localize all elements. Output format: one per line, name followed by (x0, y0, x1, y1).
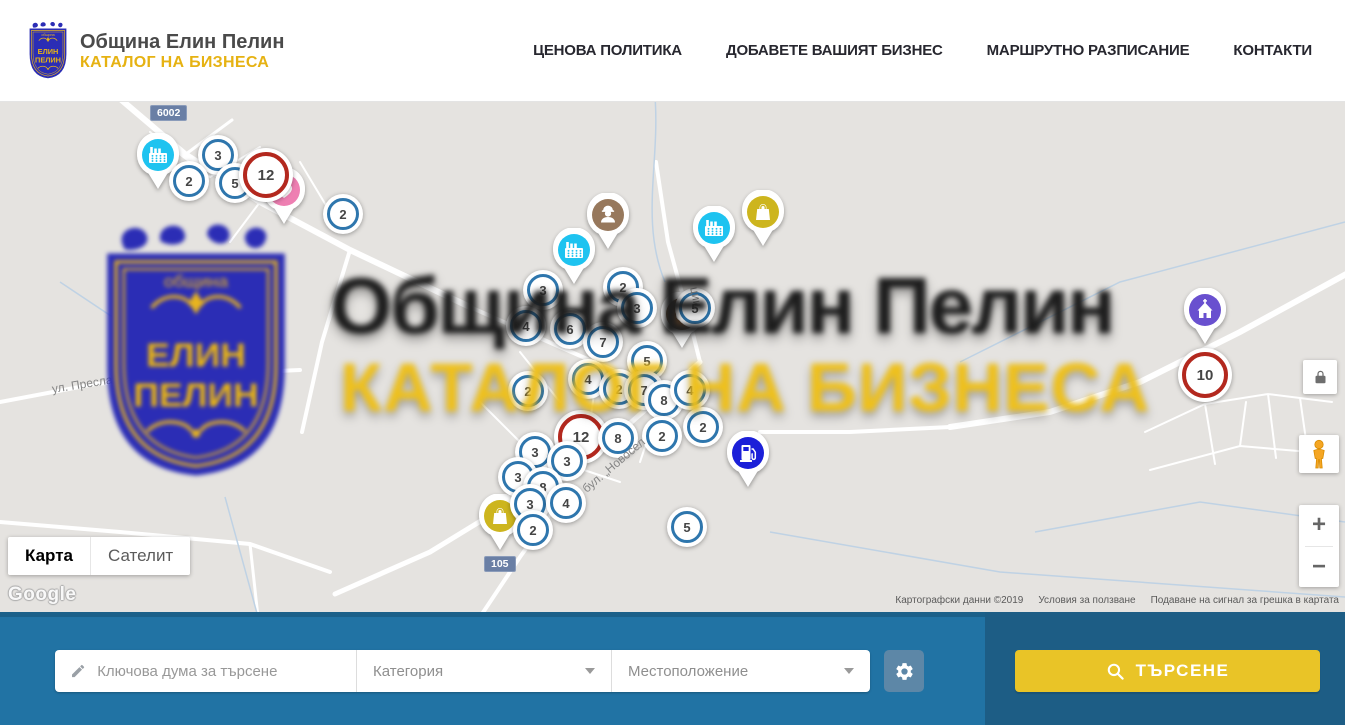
location-dropdown-value: Местоположение (628, 663, 748, 680)
keyword-search-input[interactable] (97, 663, 341, 680)
search-icon (1106, 662, 1125, 681)
gear-icon (894, 661, 915, 682)
attribution-report-link[interactable]: Подаване на сигнал за грешка в картата (1151, 595, 1339, 606)
zoom-control: + − (1299, 505, 1339, 587)
map-attribution: Картографски данни ©2019 Условия за полз… (895, 595, 1339, 606)
road-badge: 6002 (150, 105, 187, 121)
church-pin-marker[interactable] (1182, 288, 1228, 351)
markers-layer: 3251223235467524278421282333834251060021… (0, 102, 1345, 612)
cluster-marker[interactable]: 7 (583, 322, 623, 362)
fuel-pin-marker[interactable] (725, 431, 771, 494)
lock-button[interactable] (1303, 360, 1337, 394)
bag-pin-marker[interactable] (740, 190, 786, 253)
pegman-icon (1308, 439, 1330, 469)
cluster-marker[interactable]: 5 (667, 507, 707, 547)
brand-text: Община Елин Пелин КАТАЛОГ НА БИЗНЕСА (80, 30, 284, 72)
category-dropdown[interactable]: Категория (357, 650, 612, 692)
cluster-marker[interactable]: 2 (169, 161, 209, 201)
cluster-marker[interactable]: 2 (323, 194, 363, 234)
cluster-marker[interactable]: 2 (642, 416, 682, 456)
nav-pricing-policy[interactable]: ЦЕНОВА ПОЛИТИКА (533, 42, 682, 59)
location-dropdown[interactable]: Местоположение (612, 650, 870, 692)
attribution-terms-link[interactable]: Условия за ползване (1038, 595, 1135, 606)
main-nav: ЦЕНОВА ПОЛИТИКА ДОБАВЕТЕ ВАШИЯТ БИЗНЕС М… (533, 42, 1320, 59)
road-badge: 105 (484, 556, 516, 572)
chevron-down-icon (585, 668, 595, 674)
satellite-view-button[interactable]: Сателит (90, 537, 190, 575)
factory-pin-marker[interactable] (691, 206, 737, 269)
attribution-copyright: Картографски данни ©2019 (895, 595, 1023, 606)
emblem-line2-text: ПЕЛИН (35, 55, 61, 64)
lock-icon (1313, 369, 1328, 385)
search-button[interactable]: ТЪРСЕНЕ (1015, 650, 1320, 692)
site-logo[interactable]: община ЕЛИН ПЕЛИН Община Елин Пелин КАТА… (25, 21, 284, 81)
zoom-in-button[interactable]: + (1299, 505, 1339, 546)
brand-subtitle: КАТАЛОГ НА БИЗНЕСА (80, 54, 284, 72)
map-type-control: Карта Сателит (8, 537, 190, 575)
cluster-marker[interactable]: 4 (546, 483, 586, 523)
google-logo[interactable]: Google (8, 584, 76, 606)
advanced-settings-button[interactable] (884, 650, 924, 692)
nav-add-your-business[interactable]: ДОБАВЕТЕ ВАШИЯТ БИЗНЕС (726, 42, 943, 59)
cluster-marker[interactable]: 2 (508, 371, 548, 411)
cluster-marker[interactable]: 12 (239, 148, 293, 202)
cluster-marker[interactable]: 4 (506, 306, 546, 346)
header: община ЕЛИН ПЕЛИН Община Елин Пелин КАТА… (0, 0, 1345, 102)
pencil-icon (70, 662, 86, 680)
cluster-marker[interactable]: 3 (523, 270, 563, 310)
search-button-label: ТЪРСЕНЕ (1136, 661, 1230, 681)
search-section: Категория Местоположение ТЪРСЕНЕ (0, 612, 1345, 725)
map-canvas[interactable]: 3251223235467524278421282333834251060021… (0, 102, 1345, 612)
chevron-down-icon (844, 668, 854, 674)
category-dropdown-value: Категория (373, 663, 443, 680)
map-view-button[interactable]: Карта (8, 537, 90, 575)
nav-route-schedule[interactable]: МАРШРУТНО РАЗПИСАНИЕ (987, 42, 1190, 59)
cluster-marker[interactable]: 2 (513, 510, 553, 550)
keyword-field-wrap (55, 650, 357, 692)
street-label: ул. Преслав (51, 372, 120, 396)
cluster-marker[interactable]: 4 (670, 370, 710, 410)
cluster-marker[interactable]: 2 (683, 407, 723, 447)
street-view-pegman-button[interactable] (1299, 435, 1339, 473)
emblem-line1-text: ЕЛИН (38, 46, 59, 55)
brand-title: Община Елин Пелин (80, 30, 284, 54)
emblem-top-text: община (41, 32, 55, 36)
cluster-marker[interactable]: 10 (1178, 348, 1232, 402)
municipality-emblem-icon: община ЕЛИН ПЕЛИН (25, 21, 71, 81)
search-group: Категория Местоположение (55, 650, 870, 692)
cluster-marker[interactable]: 3 (617, 288, 657, 328)
nav-contacts[interactable]: КОНТАКТИ (1233, 42, 1312, 59)
zoom-out-button[interactable]: − (1299, 547, 1339, 588)
